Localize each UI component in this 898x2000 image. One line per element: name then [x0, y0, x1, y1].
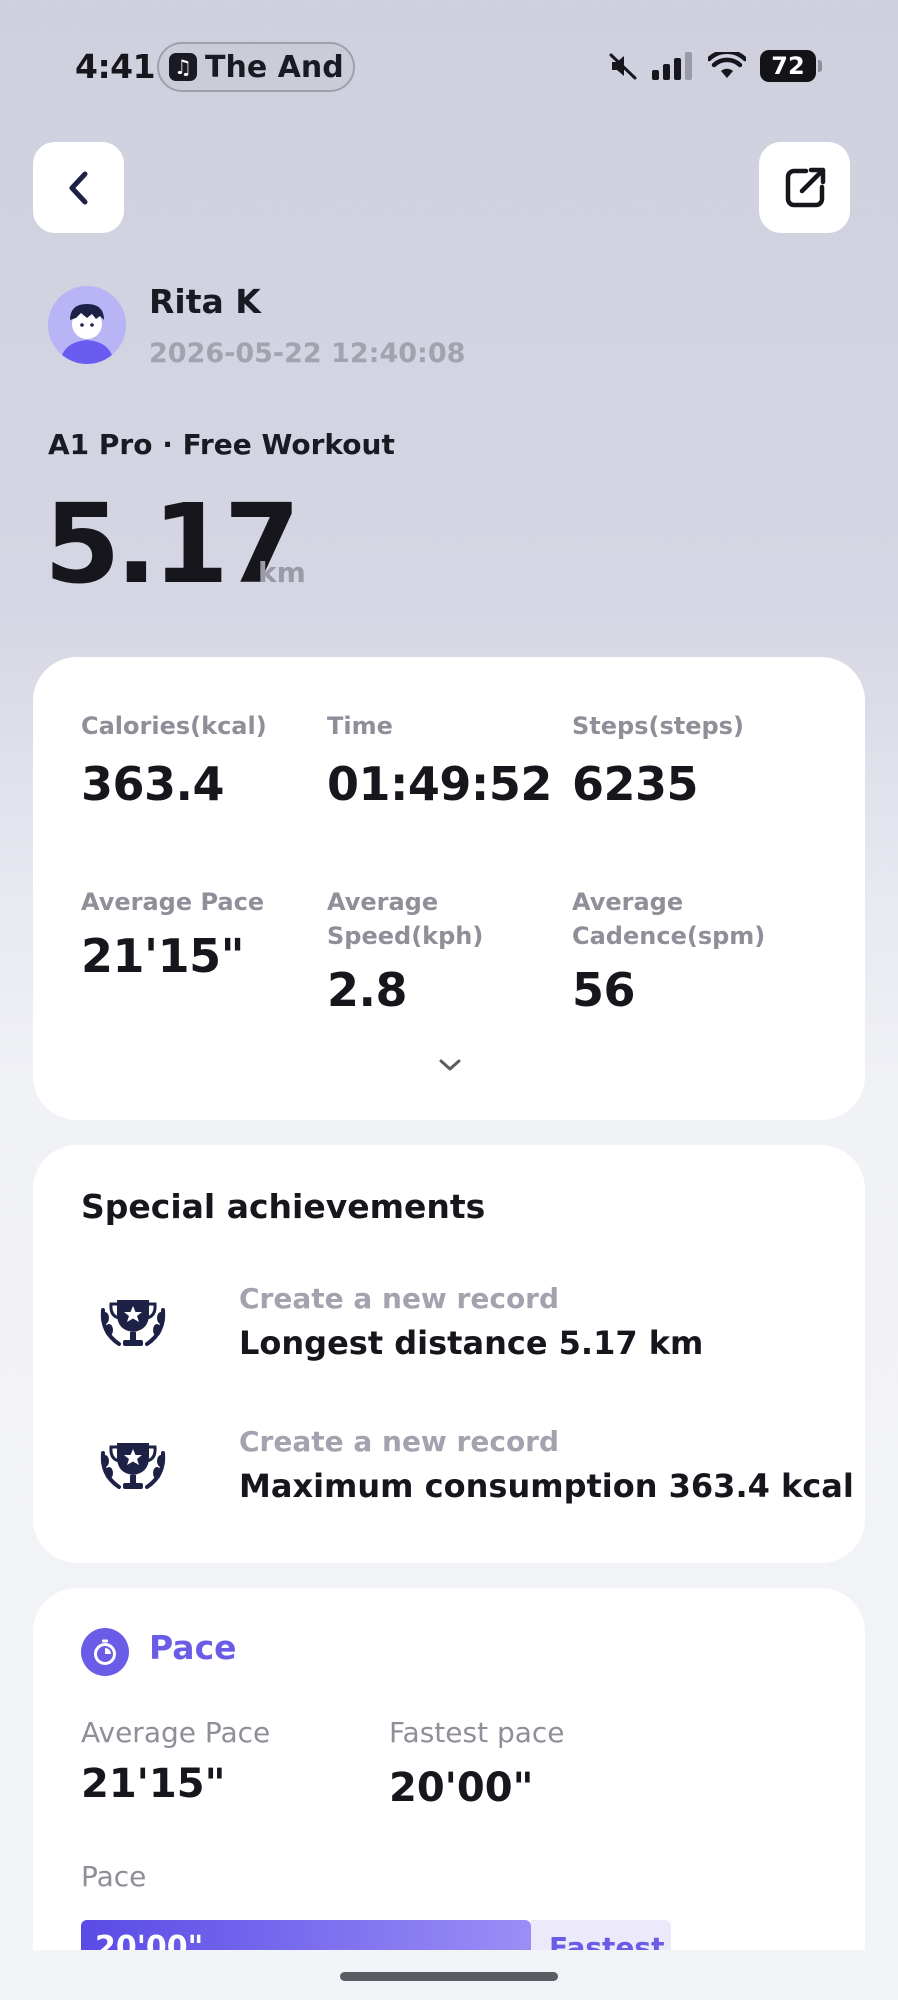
now-playing-label: The And — [205, 49, 344, 85]
stopwatch-icon — [81, 1628, 129, 1676]
now-playing-pill[interactable]: ♫ The And — [157, 42, 355, 92]
pace-average-value: 21'15" — [81, 1761, 226, 1807]
achievement-subtitle: Create a new record — [239, 1282, 560, 1315]
cellular-signal-icon — [652, 52, 692, 80]
pace-card: Pace Average Pace 21'15" Fastest pace 20… — [33, 1588, 865, 2000]
achievement-text: Longest distance 5.17 km — [239, 1324, 704, 1362]
pace-fastest: Fastest pace 20'00" — [389, 1716, 565, 1811]
back-button[interactable] — [33, 142, 124, 233]
home-indicator[interactable] — [340, 1972, 558, 1981]
trophy-icon — [100, 1300, 166, 1346]
chevron-down-icon — [439, 1059, 461, 1071]
pace-average: Average Pace 21'15" — [81, 1716, 270, 1807]
stat-value: 6235 — [572, 757, 699, 811]
pace-fastest-value: 20'00" — [389, 1765, 534, 1811]
stat-value: 01:49:52 — [327, 757, 552, 811]
pace-chart-label: Pace — [81, 1860, 147, 1893]
stat-time: Time 01:49:52 — [327, 709, 552, 811]
stat-average-speed: Average Speed(kph) 2.8 — [327, 885, 483, 1017]
avatar — [48, 286, 126, 364]
stat-label: Average Pace — [81, 888, 265, 916]
silent-mode-icon — [609, 53, 637, 80]
stat-value: 56 — [572, 963, 636, 1017]
battery-level: 72 — [760, 50, 816, 82]
pace-title: Pace — [149, 1628, 237, 1667]
achievements-card: Special achievements Create a new record… — [33, 1145, 865, 1563]
stat-label: Time — [327, 712, 393, 740]
trophy-icon — [100, 1443, 166, 1489]
stat-label-line1: Average — [572, 888, 684, 916]
chevron-left-icon — [69, 171, 87, 204]
wifi-icon — [708, 52, 746, 78]
stat-label-line1: Average — [327, 888, 439, 916]
pace-fastest-label: Fastest pace — [389, 1716, 565, 1749]
share-button[interactable] — [759, 142, 850, 233]
achievement-item: Create a new record Longest distance 5.1… — [97, 1282, 837, 1382]
achievement-item: Create a new record Maximum consumption … — [97, 1425, 854, 1525]
stat-label: Calories(kcal) — [81, 712, 267, 740]
distance-unit: km — [258, 556, 306, 589]
stat-steps: Steps(steps) 6235 — [572, 709, 744, 811]
stat-label-line2: Cadence(spm) — [572, 922, 766, 950]
achievement-text: Maximum consumption 363.4 kcal — [239, 1467, 854, 1505]
stat-average-cadence: Average Cadence(spm) 56 — [572, 885, 765, 1017]
stat-calories: Calories(kcal) 363.4 — [81, 709, 267, 811]
achievements-title: Special achievements — [81, 1187, 486, 1226]
stat-value: 363.4 — [81, 757, 225, 811]
music-note-icon: ♫ — [169, 53, 197, 81]
stat-average-pace: Average Pace 21'15" — [81, 885, 264, 983]
stat-label-line2: Speed(kph) — [327, 922, 484, 950]
battery-icon: 72 — [760, 50, 822, 82]
status-time: 4:41 — [75, 47, 156, 86]
status-bar: 4:41 ♫ The And 72 — [0, 0, 898, 135]
stat-value: 2.8 — [327, 963, 408, 1017]
status-icons: 72 — [608, 50, 822, 82]
expand-stats-button[interactable] — [438, 1057, 462, 1077]
share-icon — [785, 167, 825, 207]
workout-datetime: 2026-05-22 12:40:08 — [149, 338, 466, 369]
pace-average-label: Average Pace — [81, 1716, 271, 1749]
workout-title: A1 Pro · Free Workout — [48, 428, 395, 461]
user-name: Rita K — [149, 282, 261, 321]
stat-value: 21'15" — [81, 929, 245, 983]
stats-card: Calories(kcal) 363.4 Time 01:49:52 Steps… — [33, 657, 865, 1120]
achievement-subtitle: Create a new record — [239, 1425, 560, 1458]
stat-label: Steps(steps) — [572, 712, 744, 740]
